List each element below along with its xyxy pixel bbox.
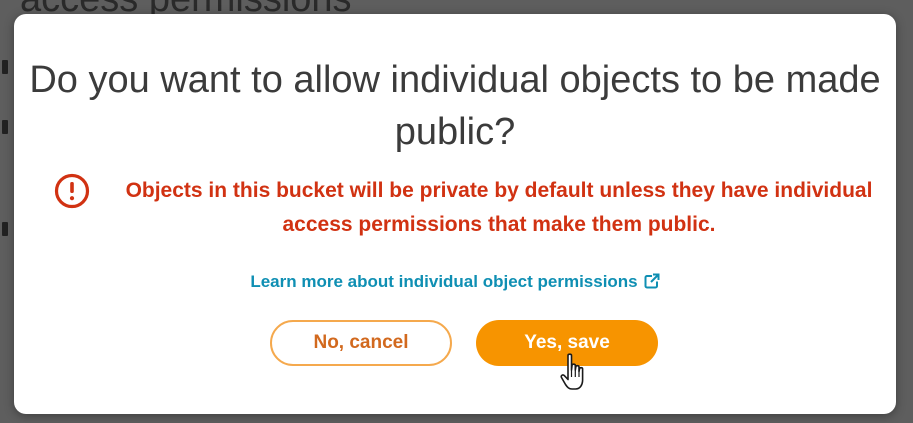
background-text-fragment bbox=[2, 60, 8, 74]
save-button[interactable]: Yes, save bbox=[476, 320, 658, 366]
background-text-fragment bbox=[2, 120, 8, 134]
confirm-dialog: Do you want to allow individual objects … bbox=[14, 14, 896, 414]
alert-circle-icon bbox=[54, 173, 90, 209]
external-link-icon bbox=[644, 273, 660, 289]
learn-more-link[interactable]: Learn more about individual object permi… bbox=[14, 270, 896, 294]
cancel-button[interactable]: No, cancel bbox=[270, 320, 452, 366]
dialog-title: Do you want to allow individual objects … bbox=[29, 59, 881, 153]
learn-more-label: Learn more about individual object permi… bbox=[250, 272, 638, 291]
background-text-fragment bbox=[2, 222, 8, 236]
warning-message: Objects in this bucket will be private b… bbox=[125, 179, 873, 236]
